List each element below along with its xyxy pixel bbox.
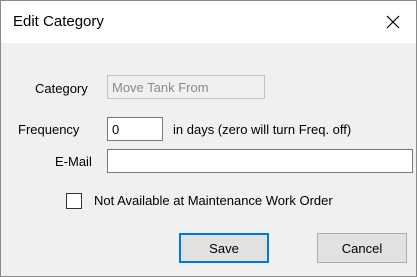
cancel-button[interactable]: Cancel <box>317 233 407 263</box>
email-input[interactable] <box>107 149 413 173</box>
window-title: Edit Category <box>13 13 104 30</box>
frequency-input[interactable] <box>107 117 163 141</box>
edit-category-dialog: Edit Category Category Frequency in days… <box>0 0 417 277</box>
frequency-label: Frequency <box>18 122 80 137</box>
category-field <box>107 75 265 99</box>
not-available-checkbox[interactable] <box>66 193 82 209</box>
not-available-label: Not Available at Maintenance Work Order <box>94 193 333 208</box>
title-bar: Edit Category <box>1 1 416 43</box>
close-button[interactable] <box>370 1 416 43</box>
close-icon <box>386 15 400 29</box>
email-label: E-Mail <box>55 154 92 169</box>
frequency-hint: in days (zero will turn Freq. off) <box>173 122 352 137</box>
category-label: Category <box>35 81 88 96</box>
save-button[interactable]: Save <box>179 233 269 263</box>
